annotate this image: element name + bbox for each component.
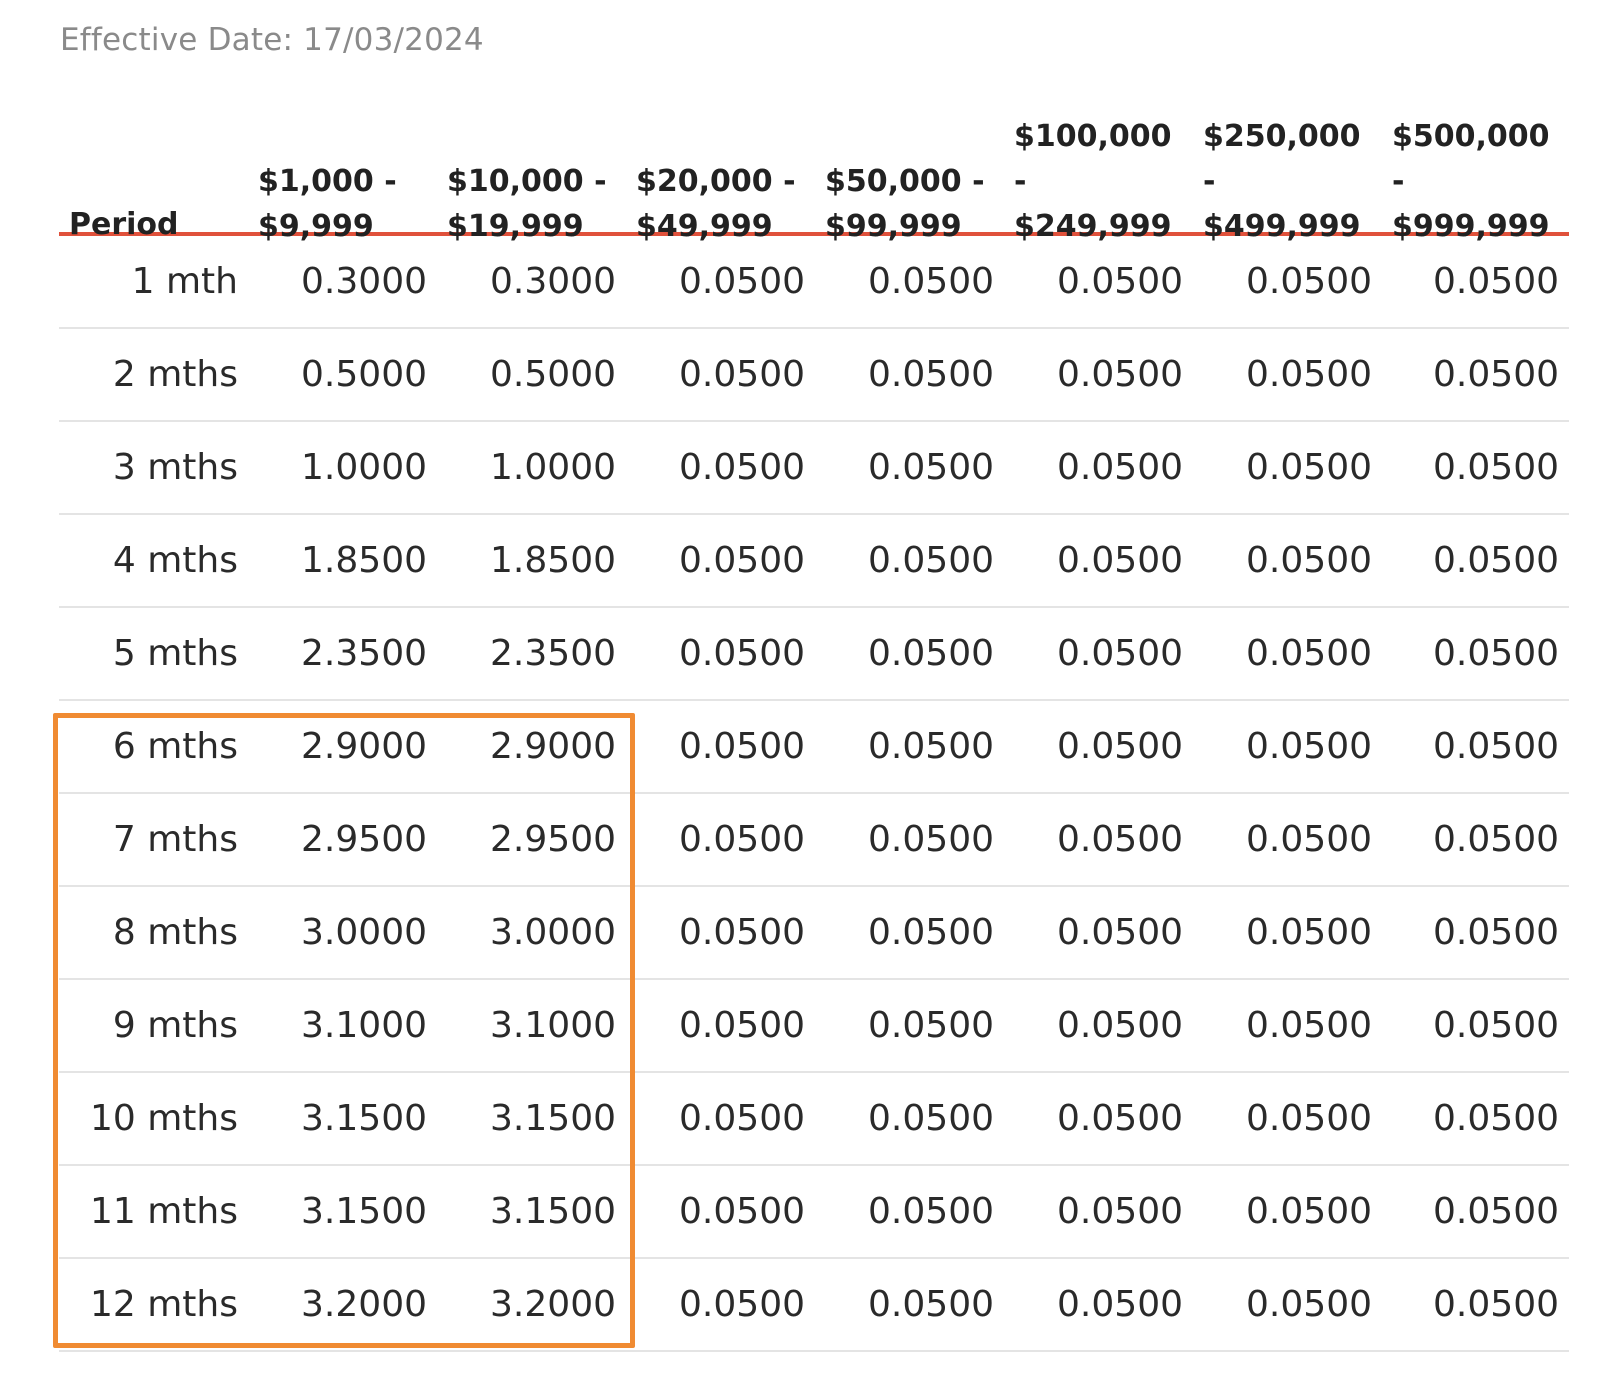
rate-cell: 0.0500 [1057, 540, 1183, 581]
rate-cell: 0.0500 [868, 1284, 994, 1325]
rate-cell: 0.0500 [1433, 1284, 1559, 1325]
rate-cell: 0.0500 [868, 540, 994, 581]
rate-cell: 1.0000 [490, 447, 616, 488]
rate-cell: 0.5000 [301, 354, 427, 395]
rate-cell: 0.0500 [868, 633, 994, 674]
rate-cell: 0.0500 [868, 261, 994, 302]
period-cell: 4 mths [112, 540, 238, 581]
table-row: 2 mths 0.5000 0.5000 0.0500 0.0500 0.0500 0.05… [59, 329, 1569, 422]
rate-cell: 0.0500 [679, 1191, 805, 1232]
rate-cell: 0.0500 [1246, 261, 1372, 302]
rate-cell: 0.0500 [1433, 354, 1559, 395]
rate-cell: 0.0500 [1057, 633, 1183, 674]
rate-cell: 0.0500 [679, 354, 805, 395]
rate-cell: 0.0500 [1433, 447, 1559, 488]
rate-cell: 0.0500 [1433, 912, 1559, 953]
table-header: Period $1,000 - $9,999 $10,000 - $19,999 $2… [59, 114, 1569, 244]
effective-date: Effective Date: 17/03/2024 [60, 22, 484, 58]
rate-cell: 0.0500 [1057, 912, 1183, 953]
rate-cell: 0.0500 [1246, 447, 1372, 488]
rate-cell: 0.0500 [868, 726, 994, 767]
rate-cell: 0.0500 [1246, 354, 1372, 395]
table-row: 4 mths 1.8500 1.8500 0.0500 0.0500 0.0500 0.05… [59, 515, 1569, 608]
rate-cell: 0.0500 [1433, 726, 1559, 767]
rate-cell: 0.0500 [679, 447, 805, 488]
rate-cell: 0.0500 [868, 447, 994, 488]
rate-cell: 0.0500 [679, 912, 805, 953]
rate-cell: 1.8500 [490, 540, 616, 581]
rate-cell: 0.0500 [1246, 1191, 1372, 1232]
rate-cell: 0.0500 [1057, 354, 1183, 395]
rate-cell: 0.0500 [868, 819, 994, 860]
period-cell: 1 mth [131, 261, 238, 302]
rate-cell: 0.0500 [1246, 633, 1372, 674]
rate-cell: 0.0500 [1057, 1005, 1183, 1046]
rate-cell: 0.0500 [679, 540, 805, 581]
rate-cell: 0.3000 [301, 261, 427, 302]
rate-cell: 0.3000 [490, 261, 616, 302]
rate-cell: 0.0500 [1246, 1005, 1372, 1046]
rate-cell: 0.0500 [679, 633, 805, 674]
period-cell: 2 mths [112, 354, 238, 395]
rate-cell: 0.0500 [1433, 261, 1559, 302]
rate-cell: 0.0500 [1246, 726, 1372, 767]
period-cell: 5 mths [112, 633, 238, 674]
rate-cell: 0.0500 [1433, 1098, 1559, 1139]
rate-cell: 0.0500 [1433, 1005, 1559, 1046]
rate-cell: 0.0500 [1433, 540, 1559, 581]
rate-cell: 0.0500 [679, 1284, 805, 1325]
rate-cell: 0.0500 [1246, 1098, 1372, 1139]
rate-cell: 0.0500 [1057, 1191, 1183, 1232]
rate-cell: 0.0500 [868, 912, 994, 953]
table-row: 5 mths 2.3500 2.3500 0.0500 0.0500 0.0500 0.05… [59, 608, 1569, 701]
rate-cell: 0.0500 [868, 1191, 994, 1232]
rate-cell: 0.0500 [1246, 912, 1372, 953]
highlight-box [53, 713, 635, 1348]
rate-cell: 0.0500 [1057, 726, 1183, 767]
rate-cell: 0.0500 [1433, 633, 1559, 674]
rate-cell: 0.0500 [1246, 1284, 1372, 1325]
rate-cell: 0.0500 [1057, 1098, 1183, 1139]
rate-cell: 0.0500 [1057, 447, 1183, 488]
rate-cell: 0.0500 [1057, 1284, 1183, 1325]
rate-cell: 2.3500 [490, 633, 616, 674]
table-row: 3 mths 1.0000 1.0000 0.0500 0.0500 0.0500 0.05… [59, 422, 1569, 515]
rate-cell: 0.0500 [679, 1098, 805, 1139]
rate-cell: 1.8500 [301, 540, 427, 581]
rate-cell: 0.0500 [1246, 540, 1372, 581]
rate-cell: 1.0000 [301, 447, 427, 488]
rate-cell: 0.0500 [1246, 819, 1372, 860]
rate-cell: 0.5000 [490, 354, 616, 395]
rate-cell: 0.0500 [1057, 261, 1183, 302]
period-cell: 3 mths [112, 447, 238, 488]
rate-cell: 2.3500 [301, 633, 427, 674]
rate-cell: 0.0500 [868, 354, 994, 395]
rate-cell: 0.0500 [1433, 1191, 1559, 1232]
rate-cell: 0.0500 [1433, 819, 1559, 860]
rate-cell: 0.0500 [679, 819, 805, 860]
table-row: 1 mth 0.3000 0.3000 0.0500 0.0500 0.0500 0.050… [59, 236, 1569, 329]
rate-cell: 0.0500 [679, 261, 805, 302]
rate-cell: 0.0500 [1057, 819, 1183, 860]
rate-cell: 0.0500 [868, 1005, 994, 1046]
rate-cell: 0.0500 [679, 726, 805, 767]
rate-cell: 0.0500 [679, 1005, 805, 1046]
rate-cell: 0.0500 [868, 1098, 994, 1139]
